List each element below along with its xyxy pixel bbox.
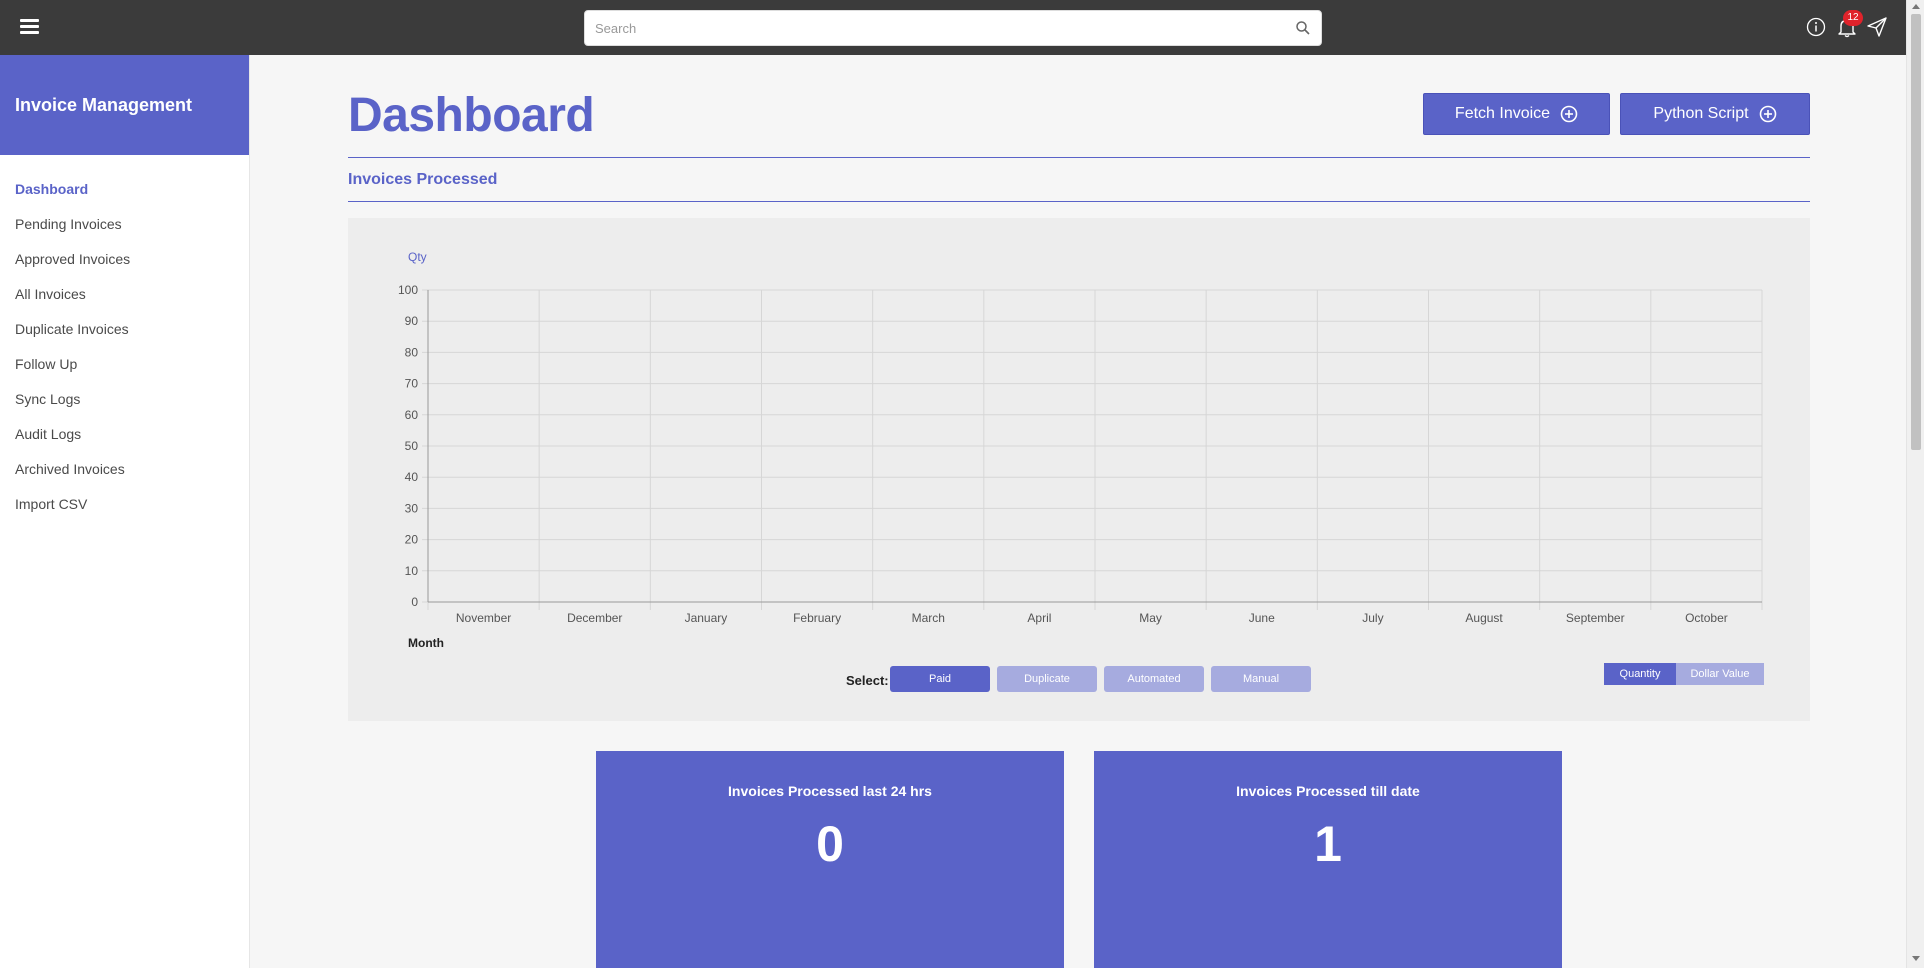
x-tick-label: July [1362, 611, 1383, 625]
scroll-up-arrow-icon[interactable] [1912, 4, 1920, 9]
x-axis-title: Month [408, 636, 444, 650]
x-tick-label: June [1249, 611, 1275, 625]
y-tick-label: 80 [405, 345, 419, 359]
app-brand: Invoice Management [0, 55, 249, 155]
x-tick-label: September [1566, 611, 1625, 625]
plus-circle-icon [1560, 105, 1578, 123]
search-icon[interactable] [1295, 20, 1311, 36]
send-icon[interactable] [1866, 16, 1888, 38]
sidebar-item-archived-invoices[interactable]: Archived Invoices [0, 452, 249, 487]
title-divider [348, 157, 1810, 158]
dollar-value-toggle-button[interactable]: Dollar Value [1676, 663, 1764, 685]
stat-card-value: 0 [816, 816, 844, 872]
plus-circle-icon [1759, 105, 1776, 123]
x-tick-label: August [1465, 611, 1503, 625]
stat-card-last-24hrs: Invoices Processed last 24 hrs 0 [596, 751, 1064, 968]
x-tick-label: January [685, 611, 728, 625]
select-label: Select: [846, 673, 889, 688]
stat-card-value: 1 [1314, 816, 1342, 872]
info-icon[interactable] [1806, 17, 1826, 37]
x-tick-label: April [1027, 611, 1051, 625]
y-tick-label: 100 [398, 283, 418, 297]
quantity-toggle-button[interactable]: Quantity [1604, 663, 1676, 685]
x-tick-label: May [1139, 611, 1162, 625]
sidebar-item-import-csv[interactable]: Import CSV [0, 487, 249, 522]
python-script-label: Python Script [1653, 105, 1749, 122]
y-tick-label: 60 [405, 408, 419, 422]
fetch-invoice-label: Fetch Invoice [1454, 105, 1551, 122]
stat-card-till-date: Invoices Processed till date 1 [1094, 751, 1562, 968]
sidebar-item-follow-up[interactable]: Follow Up [0, 347, 249, 382]
chart-panel: 0 10 20 30 40 50 60 70 80 90 100 November December Ja… [348, 218, 1810, 721]
y-tick-label: 0 [411, 595, 418, 609]
stat-card-label: Invoices Processed last 24 hrs [728, 783, 932, 799]
y-axis-title: Qty [408, 250, 427, 264]
stat-card-label: Invoices Processed till date [1236, 783, 1420, 799]
python-script-button[interactable]: Python Script [1620, 93, 1810, 135]
notification-badge: 12 [1843, 10, 1863, 26]
y-tick-label: 90 [405, 314, 419, 328]
filter-paid-button[interactable]: Paid [890, 666, 990, 692]
y-tick-label: 30 [405, 501, 419, 515]
page-scrollbar[interactable] [1906, 0, 1924, 968]
hamburger-menu-icon[interactable] [18, 16, 42, 38]
y-tick-label: 10 [405, 564, 419, 578]
x-tick-label: March [912, 611, 945, 625]
filter-automated-button[interactable]: Automated [1104, 666, 1204, 692]
y-tick-label: 50 [405, 439, 419, 453]
scroll-down-arrow-icon[interactable] [1912, 956, 1920, 961]
x-tick-label: November [456, 611, 511, 625]
sidebar-item-dashboard[interactable]: Dashboard [0, 172, 249, 207]
search-box [584, 10, 1322, 46]
top-bar: 12 [0, 0, 1906, 55]
sidebar-item-audit-logs[interactable]: Audit Logs [0, 417, 249, 452]
filter-duplicate-button[interactable]: Duplicate [997, 666, 1097, 692]
x-tick-label: December [567, 611, 622, 625]
x-tick-label: February [793, 611, 841, 625]
metric-toggle: Quantity Dollar Value [1604, 663, 1764, 685]
sidebar-nav: Dashboard Pending Invoices Approved Invo… [0, 155, 249, 522]
sidebar-item-duplicate-invoices[interactable]: Duplicate Invoices [0, 312, 249, 347]
x-tick-label: October [1685, 611, 1728, 625]
scroll-thumb[interactable] [1911, 14, 1921, 450]
sidebar-item-approved-invoices[interactable]: Approved Invoices [0, 242, 249, 277]
fetch-invoice-button[interactable]: Fetch Invoice [1423, 93, 1610, 135]
sidebar-item-all-invoices[interactable]: All Invoices [0, 277, 249, 312]
section-title: Invoices Processed [348, 171, 498, 188]
sidebar: Invoice Management Dashboard Pending Inv… [0, 55, 250, 968]
sidebar-item-sync-logs[interactable]: Sync Logs [0, 382, 249, 417]
page-title: Dashboard [348, 89, 595, 142]
sidebar-item-pending-invoices[interactable]: Pending Invoices [0, 207, 249, 242]
section-divider [348, 201, 1810, 202]
search-input[interactable] [595, 11, 1275, 45]
y-tick-label: 70 [405, 377, 419, 391]
y-tick-label: 20 [405, 533, 419, 547]
y-tick-label: 40 [405, 470, 419, 484]
invoices-chart: 0 10 20 30 40 50 60 70 80 90 100 November December Ja… [398, 250, 1763, 650]
filter-manual-button[interactable]: Manual [1211, 666, 1311, 692]
